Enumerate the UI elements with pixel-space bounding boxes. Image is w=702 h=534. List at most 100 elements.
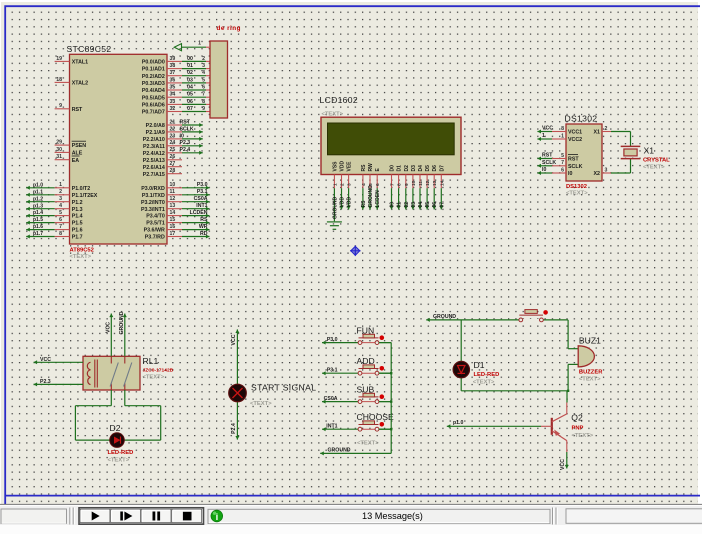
svg-text:14: 14	[170, 210, 176, 216]
svg-text:7: 7	[561, 160, 564, 166]
svg-text:RST: RST	[542, 153, 553, 159]
svg-text:1: 1	[59, 182, 62, 188]
svg-text:PSEN: PSEN	[72, 143, 87, 149]
svg-text:X1: X1	[594, 130, 601, 136]
svg-text:04: 04	[418, 202, 424, 208]
svg-text:I0: I0	[542, 167, 546, 173]
svg-text:D0: D0	[390, 165, 396, 172]
svg-text:30: 30	[56, 147, 62, 153]
svg-text:GROUND: GROUND	[368, 185, 374, 208]
svg-text:6: 6	[375, 183, 381, 186]
svg-text:GROUND: GROUND	[433, 314, 456, 320]
svg-text:RST: RST	[180, 119, 191, 125]
svg-text:XTAL1: XTAL1	[72, 60, 88, 66]
svg-text:p1.3: p1.3	[33, 203, 43, 209]
svg-text:P2.7/A15: P2.7/A15	[143, 172, 165, 178]
svg-text:P0.4/AD4: P0.4/AD4	[142, 88, 165, 94]
svg-text:1: 1	[332, 183, 338, 186]
svg-text:p1.1: p1.1	[33, 189, 43, 195]
svg-text:I0: I0	[568, 171, 572, 177]
svg-text:P1.7: P1.7	[72, 235, 83, 241]
svg-text:D1: D1	[474, 360, 485, 370]
svg-text:LED-RED: LED-RED	[108, 450, 134, 456]
svg-text:29: 29	[56, 140, 62, 146]
svg-text:D1: D1	[397, 165, 403, 172]
svg-text:de ring: de ring	[217, 25, 242, 32]
svg-text:GROUND: GROUND	[328, 448, 351, 454]
svg-text:<TEXT>: <TEXT>	[566, 191, 588, 197]
svg-text:07: 07	[187, 106, 193, 112]
svg-text:4: 4	[59, 203, 62, 209]
svg-text:D2: D2	[110, 423, 121, 433]
svg-text:<TEXT>: <TEXT>	[473, 379, 495, 385]
svg-text:VCC2: VCC2	[568, 137, 582, 143]
svg-text:10: 10	[411, 180, 417, 186]
svg-text:35: 35	[170, 84, 176, 90]
svg-text:02: 02	[187, 70, 193, 76]
svg-text:3: 3	[605, 167, 608, 173]
svg-text:P3.5/T1: P3.5/T1	[146, 221, 165, 227]
svg-text:P0.1/AD1: P0.1/AD1	[142, 67, 165, 73]
svg-text:P2.5/A13: P2.5/A13	[143, 158, 165, 164]
svg-text:15: 15	[170, 217, 176, 223]
svg-text:P2.1/A9: P2.1/A9	[146, 130, 165, 136]
svg-text:P0.3/AD3: P0.3/AD3	[142, 81, 165, 87]
svg-text:2: 2	[605, 126, 608, 132]
svg-text:6: 6	[59, 217, 62, 223]
svg-text:01: 01	[397, 202, 403, 208]
svg-text:JZC0-17142B: JZC0-17142B	[143, 367, 174, 373]
svg-text:03: 03	[187, 77, 193, 83]
svg-text:p1.0: p1.0	[33, 182, 43, 188]
svg-text:p1.6: p1.6	[33, 224, 43, 230]
svg-text:SCLK: SCLK	[568, 164, 583, 170]
svg-text:RST: RST	[568, 157, 579, 163]
svg-text:START SIGNAL: START SIGNAL	[251, 383, 316, 393]
svg-text:P3.2/INT0: P3.2/INT0	[141, 200, 165, 206]
svg-text:I0: I0	[180, 133, 184, 139]
svg-text:4: 4	[202, 70, 205, 76]
svg-text:D5: D5	[425, 165, 431, 172]
svg-text:LCD1602: LCD1602	[320, 95, 358, 105]
svg-text:CRYSTAL: CRYSTAL	[643, 157, 670, 163]
svg-text:24: 24	[170, 140, 176, 146]
svg-text:p1.0: p1.0	[453, 420, 463, 426]
svg-text:RST: RST	[72, 107, 83, 113]
svg-text:00: 00	[187, 56, 193, 62]
svg-text:<TEXT>: <TEXT>	[143, 374, 165, 380]
svg-text:12: 12	[170, 196, 176, 202]
svg-text:P1.2: P1.2	[72, 200, 83, 206]
svg-text:P1.4: P1.4	[72, 214, 83, 220]
svg-text:P0.0/AD0: P0.0/AD0	[142, 60, 165, 66]
svg-text:8: 8	[202, 99, 205, 105]
svg-text:7: 7	[390, 183, 396, 186]
svg-text:i: i	[216, 512, 219, 523]
svg-text:<TEXT>: <TEXT>	[250, 401, 272, 407]
svg-text:03: 03	[411, 202, 417, 208]
svg-text:D7: D7	[439, 165, 445, 172]
svg-text:INT1: INT1	[326, 424, 337, 430]
svg-text:p1.4: p1.4	[33, 210, 43, 216]
svg-text:P1.5: P1.5	[72, 221, 83, 227]
svg-text:p1.2: p1.2	[33, 196, 43, 202]
svg-text:P1.6: P1.6	[72, 228, 83, 234]
svg-text:P2.4: P2.4	[180, 147, 191, 153]
svg-text:<TEXT>: <TEXT>	[572, 433, 594, 439]
svg-text:36: 36	[170, 77, 176, 83]
svg-text:P1.0/T2: P1.0/T2	[72, 186, 91, 192]
svg-text:38: 38	[170, 63, 176, 69]
svg-text:9: 9	[404, 183, 410, 186]
svg-text:PNP: PNP	[572, 425, 584, 431]
svg-text:01: 01	[187, 63, 193, 69]
svg-text:p1.7: p1.7	[33, 231, 43, 237]
svg-text:11: 11	[170, 189, 176, 195]
svg-text:RL1: RL1	[143, 356, 159, 366]
svg-text:3: 3	[59, 196, 62, 202]
svg-text:3: 3	[347, 183, 353, 186]
svg-text:LCDEN: LCDEN	[190, 210, 208, 216]
svg-text:WR: WR	[199, 224, 208, 230]
svg-text:VDD: VDD	[340, 161, 346, 172]
svg-text:4: 4	[361, 183, 367, 186]
svg-text:LCDEN: LCDEN	[375, 190, 381, 208]
svg-text:23: 23	[170, 133, 176, 139]
svg-text:D4: D4	[418, 165, 424, 172]
